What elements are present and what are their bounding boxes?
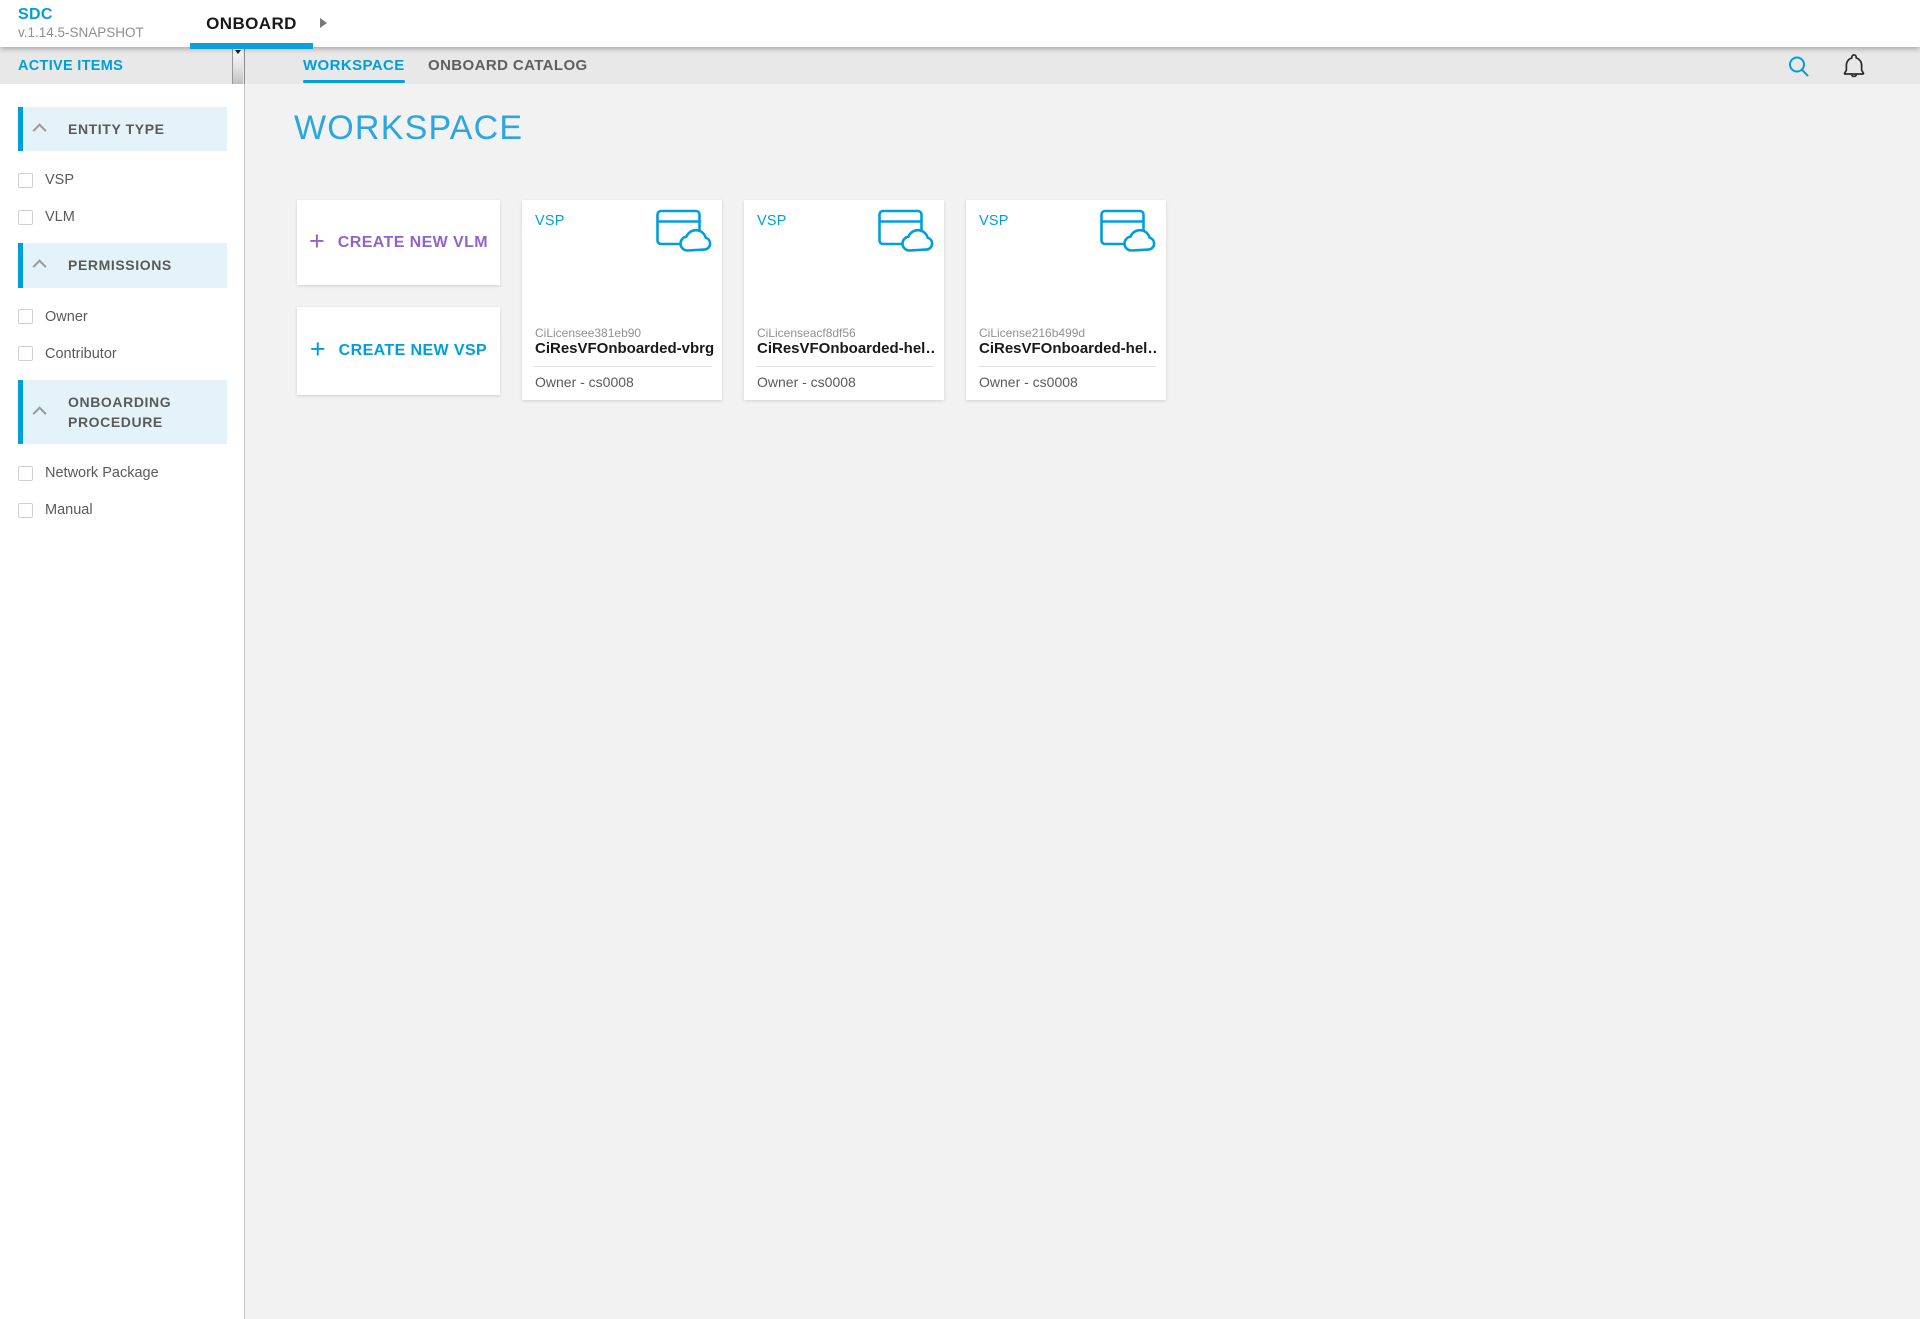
create-button-label: CREATE NEW VSP	[339, 342, 487, 360]
card-name: CiResVFOnboarded-hel…	[757, 340, 936, 357]
filter-option-label: VSP	[45, 172, 74, 188]
create-button-label: CREATE NEW VLM	[338, 234, 488, 252]
filter-group-label: ONBOARDING PROCEDURE	[68, 392, 215, 433]
card-divider	[534, 366, 712, 367]
checkbox[interactable]	[18, 210, 33, 225]
checkbox[interactable]	[18, 309, 33, 324]
card-owner: Owner - cs0008	[979, 374, 1078, 390]
checkbox[interactable]	[18, 503, 33, 518]
card-owner: Owner - cs0008	[757, 374, 856, 390]
filter-group-label: PERMISSIONS	[68, 255, 172, 275]
sdc-logo[interactable]: SDC v.1.14.5-SNAPSHOT	[18, 5, 144, 41]
active-items-dropdown[interactable]: ACTIVE ITEMS	[0, 47, 245, 84]
card-vendor: CiLicensee381eb90	[535, 326, 712, 340]
card-owner: Owner - cs0008	[535, 374, 634, 390]
card-type-label: VSP	[535, 213, 565, 229]
filters-sidebar: ENTITY TYPE VSP VLM PERMISSIONS Owner Co…	[0, 84, 245, 1319]
notifications-bell-icon[interactable]	[1839, 51, 1869, 86]
dropdown-scrollbar[interactable]	[232, 47, 243, 84]
chevron-up-icon	[33, 123, 47, 137]
create-buttons-column: + CREATE NEW VLM + CREATE NEW VSP	[297, 200, 500, 395]
card-vendor: CiLicenseacf8df56	[757, 326, 934, 340]
filter-option-label: Manual	[45, 502, 93, 518]
page-title: WORKSPACE	[294, 109, 523, 148]
app-name: SDC	[18, 5, 144, 24]
active-items-label: ACTIVE ITEMS	[18, 47, 123, 84]
create-new-vlm-button[interactable]: + CREATE NEW VLM	[297, 200, 500, 285]
vsp-cloud-window-icon	[656, 209, 712, 258]
chevron-down-icon	[235, 50, 241, 54]
card-name: CiResVFOnboarded-vbrg…	[535, 340, 714, 357]
secondary-nav-bar: ACTIVE ITEMS WORKSPACE ONBOARD CATALOG	[0, 47, 1920, 84]
plus-icon: +	[309, 228, 325, 255]
filter-option-label: Network Package	[45, 465, 159, 481]
search-icon[interactable]	[1786, 54, 1812, 85]
chevron-up-icon	[33, 406, 47, 420]
card-type-label: VSP	[979, 213, 1009, 229]
workspace-grid: + CREATE NEW VLM + CREATE NEW VSP VSP Ci…	[297, 200, 1166, 400]
app-version: v.1.14.5-SNAPSHOT	[18, 25, 144, 41]
create-new-vsp-button[interactable]: + CREATE NEW VSP	[297, 307, 500, 395]
card-divider	[756, 366, 934, 367]
filter-option-vsp[interactable]: VSP	[18, 172, 244, 188]
filter-group-permissions[interactable]: PERMISSIONS	[18, 243, 227, 287]
workspace-main: WORKSPACE + CREATE NEW VLM + CREATE NEW …	[246, 84, 1920, 1319]
tab-onboard[interactable]: ONBOARD	[190, 0, 313, 47]
chevron-up-icon	[33, 260, 47, 274]
card-name: CiResVFOnboarded-hel…	[979, 340, 1158, 357]
filter-option-label: Owner	[45, 309, 88, 325]
filter-option-network-package[interactable]: Network Package	[18, 465, 244, 481]
filter-group-onboarding-procedure[interactable]: ONBOARDING PROCEDURE	[18, 380, 227, 445]
vsp-card[interactable]: VSP CiLicense216b499d CiResVFOnboarded-h…	[966, 200, 1166, 400]
filter-option-label: VLM	[45, 209, 75, 225]
tab-onboard-active-underline	[190, 43, 313, 49]
checkbox[interactable]	[18, 173, 33, 188]
vsp-card[interactable]: VSP CiLicenseacf8df56 CiResVFOnboarded-h…	[744, 200, 944, 400]
card-divider	[978, 366, 1156, 367]
tab-onboard-catalog[interactable]: ONBOARD CATALOG	[428, 47, 588, 84]
checkbox[interactable]	[18, 346, 33, 361]
vsp-cloud-window-icon	[878, 209, 934, 258]
filter-group-label: ENTITY TYPE	[68, 119, 165, 139]
filter-option-label: Contributor	[45, 346, 117, 362]
tabs-overflow-caret-icon[interactable]	[320, 18, 327, 28]
top-header: SDC v.1.14.5-SNAPSHOT ONBOARD	[0, 0, 1920, 47]
checkbox[interactable]	[18, 466, 33, 481]
vsp-cloud-window-icon	[1100, 209, 1156, 258]
filter-group-entity-type[interactable]: ENTITY TYPE	[18, 107, 227, 151]
filter-option-owner[interactable]: Owner	[18, 309, 244, 325]
card-vendor: CiLicense216b499d	[979, 326, 1156, 340]
filter-option-contributor[interactable]: Contributor	[18, 346, 244, 362]
tab-workspace[interactable]: WORKSPACE	[303, 47, 405, 84]
filter-option-manual[interactable]: Manual	[18, 502, 244, 518]
plus-icon: +	[310, 336, 326, 363]
filter-option-vlm[interactable]: VLM	[18, 209, 244, 225]
vsp-card[interactable]: VSP CiLicensee381eb90 CiResVFOnboarded-v…	[522, 200, 722, 400]
card-type-label: VSP	[757, 213, 787, 229]
